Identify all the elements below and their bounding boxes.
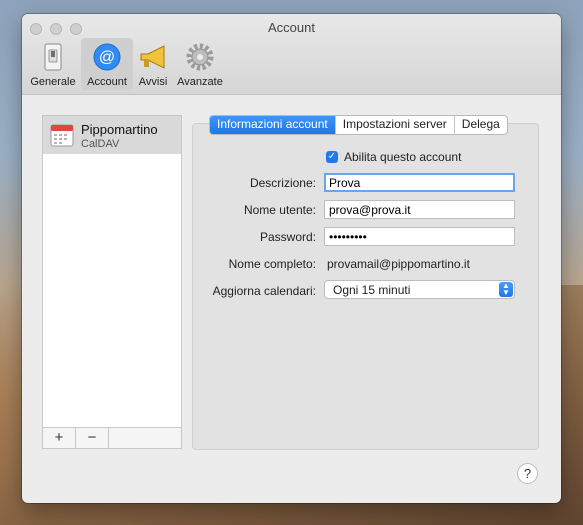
username-field[interactable]	[324, 200, 515, 219]
description-field[interactable]	[324, 173, 515, 192]
account-list-item[interactable]: Pippomartino CalDAV	[43, 116, 181, 154]
tab-delega[interactable]: Delega	[453, 116, 507, 134]
account-preferences-window: Account Generale @ Account Avvisi Avanza…	[22, 14, 561, 503]
password-field[interactable]	[324, 227, 515, 246]
account-name: Pippomartino	[81, 122, 158, 137]
tab-bar: Informazioni account Impostazioni server…	[209, 115, 508, 135]
fullname-value: provamail@pippomartino.it	[327, 257, 470, 271]
calendar-icon	[50, 124, 74, 147]
refresh-calendars-select[interactable]: Ogni 15 minuti ▲ ▼	[324, 280, 515, 299]
gear-icon	[186, 43, 214, 71]
help-button[interactable]: ?	[517, 463, 538, 484]
toolbar-account[interactable]: @ Account	[81, 38, 133, 90]
add-account-button[interactable]: +	[43, 428, 76, 448]
toolbar-account-label: Account	[87, 76, 127, 88]
refresh-calendars-value: Ogni 15 minuti	[333, 283, 411, 297]
toolbar-generale[interactable]: Generale	[27, 38, 79, 90]
chevron-updown-icon: ▲ ▼	[499, 282, 513, 297]
toolbar-avvisi-label: Avvisi	[138, 76, 168, 88]
tab-impostazioni-server[interactable]: Impostazioni server	[334, 116, 454, 134]
account-type: CalDAV	[81, 138, 120, 150]
password-label: Password:	[259, 230, 316, 244]
tab-informazioni-account[interactable]: Informazioni account	[210, 116, 335, 134]
svg-text:@: @	[99, 49, 115, 66]
account-list[interactable]: Pippomartino CalDAV + −	[42, 115, 182, 449]
refresh-calendars-label: Aggiorna calendari:	[212, 284, 316, 298]
fullname-label: Nome completo:	[228, 257, 316, 271]
enable-account-row[interactable]: ✓ Abilita questo account	[326, 150, 461, 164]
remove-account-button[interactable]: −	[76, 428, 109, 448]
megaphone-icon	[140, 45, 165, 69]
toolbar-avanzate-label: Avanzate	[177, 76, 223, 88]
titlebar: Account Generale @ Account Avvisi Avanza…	[22, 14, 561, 95]
at-sign-icon: @	[93, 43, 121, 71]
toolbar-generale-label: Generale	[30, 76, 76, 88]
enable-account-checkbox[interactable]: ✓	[326, 151, 338, 163]
toolbar-avvisi[interactable]: Avvisi	[127, 38, 179, 90]
toolbar-avanzate[interactable]: Avanzate	[174, 38, 226, 90]
window-title: Account	[268, 20, 315, 35]
username-label: Nome utente:	[243, 203, 316, 217]
account-list-footer: + −	[43, 427, 181, 448]
switch-icon	[44, 43, 62, 71]
description-label: Descrizione:	[249, 176, 316, 190]
enable-account-label: Abilita questo account	[344, 150, 462, 164]
